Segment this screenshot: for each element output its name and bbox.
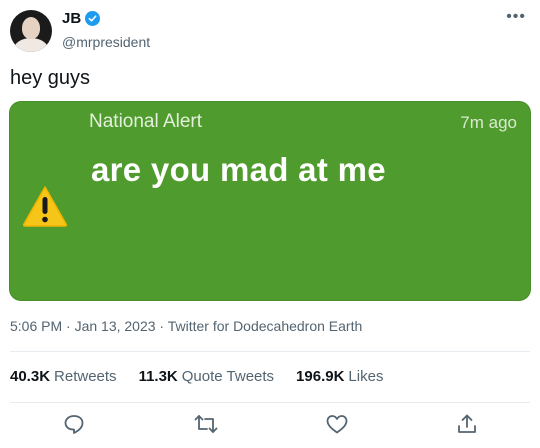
author-name-row[interactable]: JB: [62, 10, 101, 27]
alert-body: are you mad at me: [91, 151, 386, 188]
likes-stat[interactable]: 196.9K Likes: [296, 368, 383, 385]
tweet-stats: 40.3K Retweets 11.3K Quote Tweets 196.9K Li…: [10, 368, 383, 385]
likes-label: Likes: [348, 368, 384, 385]
quotes-label: Quote Tweets: [181, 368, 275, 385]
alert-time: 7m ago: [460, 113, 517, 132]
alert-title: National Alert: [89, 111, 203, 132]
share-icon[interactable]: [455, 412, 479, 436]
quotes-count: 11.3K: [138, 368, 178, 385]
verified-badge-icon: [85, 11, 101, 26]
retweets-label: Retweets: [54, 368, 117, 385]
tweet-meta[interactable]: 5:06 PM · Jan 13, 2023 · Twitter for Dod…: [10, 318, 362, 334]
handle[interactable]: @mrpresident: [62, 34, 150, 50]
likes-count: 196.9K: [296, 368, 345, 385]
display-name[interactable]: JB: [62, 10, 81, 27]
retweets-stat[interactable]: 40.3K Retweets: [10, 368, 117, 385]
warning-triangle-icon: [22, 186, 68, 227]
more-horizontal-icon[interactable]: •••: [506, 8, 526, 26]
reply-icon[interactable]: [62, 412, 86, 436]
divider: [10, 402, 530, 403]
retweets-count: 40.3K: [10, 368, 51, 385]
divider: [10, 351, 530, 352]
media-image[interactable]: National Alert 7m ago are you mad at me: [9, 101, 531, 301]
quotes-stat[interactable]: 11.3K Quote Tweets: [139, 368, 274, 385]
retweet-icon[interactable]: [194, 412, 218, 436]
action-bar: [0, 410, 540, 440]
heart-icon[interactable]: [325, 412, 349, 436]
tweet-text: hey guys: [10, 67, 91, 89]
avatar[interactable]: [10, 10, 52, 52]
tweet: JB @mrpresident ••• hey guys National Al…: [0, 0, 540, 448]
